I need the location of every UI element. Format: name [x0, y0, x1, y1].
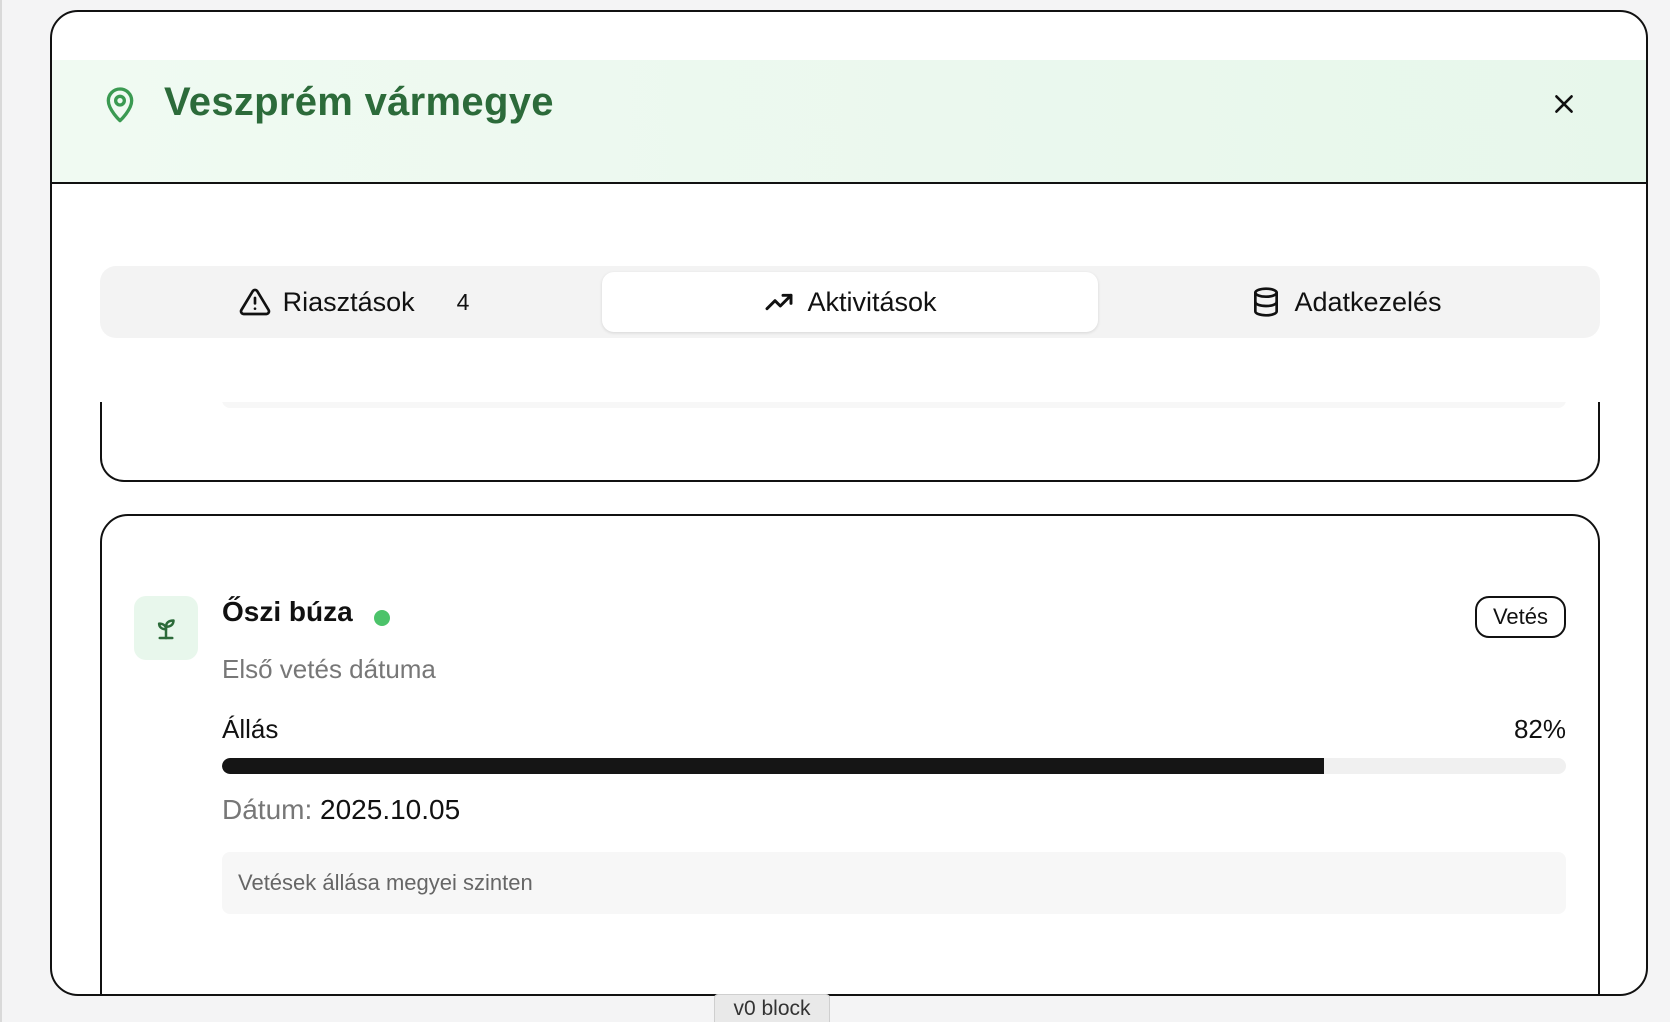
county-title: Veszprém vármegye: [164, 80, 554, 124]
alert-triangle-icon: [239, 288, 270, 316]
activity-subtitle: Első vetés dátuma: [222, 654, 436, 684]
tab-data-management-label: Adatkezelés: [1294, 286, 1442, 317]
tab-bar: Riasztások 4 Aktivitások Adatkezelés: [100, 266, 1600, 338]
activity-note: Vetések állása megyei szinten: [222, 852, 1566, 914]
progress-value: 82%: [1513, 714, 1566, 744]
county-detail-panel: Veszprém vármegye Riasztások 4 Aktivitás…: [50, 10, 1648, 996]
map-pin-icon: [106, 87, 134, 123]
tab-alerts[interactable]: Riasztások 4: [106, 272, 602, 332]
crop-icon-tile: [134, 596, 198, 660]
tab-data-management[interactable]: Adatkezelés: [1098, 272, 1594, 332]
activity-type-badge: Vetés: [1474, 596, 1566, 638]
window-edge: [0, 0, 2, 1022]
date-value: 2025.10.05: [320, 794, 461, 825]
crop-name: Őszi búza: [222, 596, 353, 627]
close-button[interactable]: [1544, 84, 1584, 124]
sprout-icon: [157, 619, 175, 640]
tab-activities[interactable]: Aktivitások: [602, 272, 1098, 332]
close-icon: [1555, 95, 1573, 113]
tab-alerts-label: Riasztások: [282, 286, 415, 317]
progress-label: Állás: [222, 714, 279, 744]
status-dot: [374, 610, 390, 626]
tab-activities-label: Aktivitások: [807, 286, 937, 317]
database-icon: [1254, 287, 1279, 317]
alerts-count: 4: [456, 288, 470, 315]
date-label: Dátum:: [222, 794, 313, 825]
panel-header: Veszprém vármegye: [52, 60, 1646, 184]
activity-card: Őszi búza Vetés Első vetés dátuma Állás …: [100, 514, 1600, 994]
progress-track: [222, 758, 1566, 774]
trending-up-icon: [766, 293, 793, 311]
date-line: Dátum: 2025.10.05: [222, 794, 460, 826]
v0-block-badge[interactable]: v0 block: [714, 994, 830, 1022]
progress-fill: [222, 758, 1325, 774]
